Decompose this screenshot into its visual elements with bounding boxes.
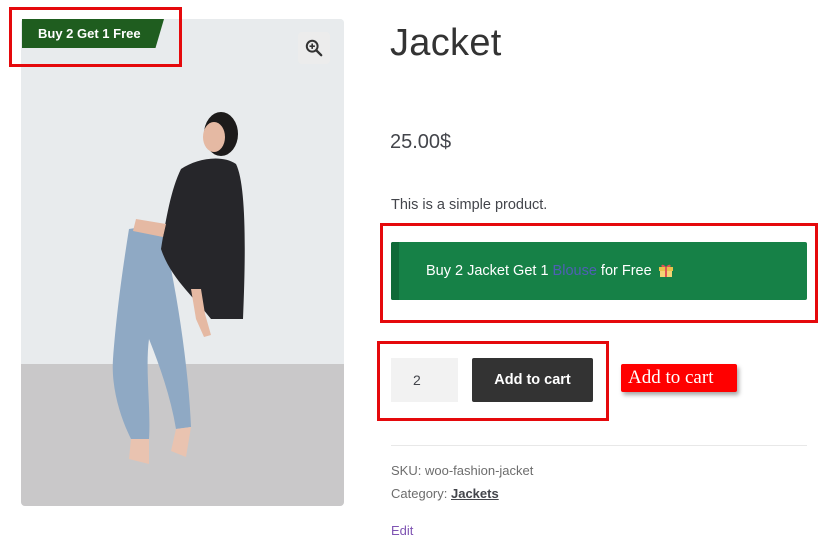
product-photo	[21, 19, 344, 506]
meta-divider	[391, 445, 807, 446]
offer-text-after: for Free	[596, 263, 652, 279]
zoom-button[interactable]	[298, 32, 330, 64]
category-link[interactable]: Jackets	[451, 486, 499, 501]
offer-banner: Buy 2 Jacket Get 1 Blouse for Free	[391, 242, 807, 300]
badge-highlight-box	[9, 7, 182, 67]
offer-banner-text: Buy 2 Jacket Get 1 Blouse for Free	[426, 242, 674, 300]
product-price: 25.00$	[390, 131, 452, 153]
zoom-in-icon	[305, 39, 323, 57]
sku-line: SKU: woo-fashion-jacket	[391, 463, 533, 478]
add-to-cart-button[interactable]: Add to cart	[472, 358, 593, 402]
gift-icon	[658, 264, 673, 277]
quantity-input[interactable]	[391, 358, 458, 402]
product-title: Jacket	[390, 22, 502, 64]
product-image[interactable]	[21, 19, 344, 506]
sku-value: woo-fashion-jacket	[424, 463, 534, 478]
add-to-cart-callout: Add to cart	[621, 364, 737, 392]
offer-text-before: Buy 2 Jacket Get 1	[426, 263, 553, 279]
product-description: This is a simple product.	[391, 197, 548, 213]
category-line: Category: Jackets	[391, 486, 499, 501]
edit-link[interactable]: Edit	[391, 523, 413, 538]
offer-product-link[interactable]: Blouse	[553, 263, 597, 279]
sku-label: SKU:	[391, 463, 425, 478]
category-label: Category:	[391, 486, 451, 501]
